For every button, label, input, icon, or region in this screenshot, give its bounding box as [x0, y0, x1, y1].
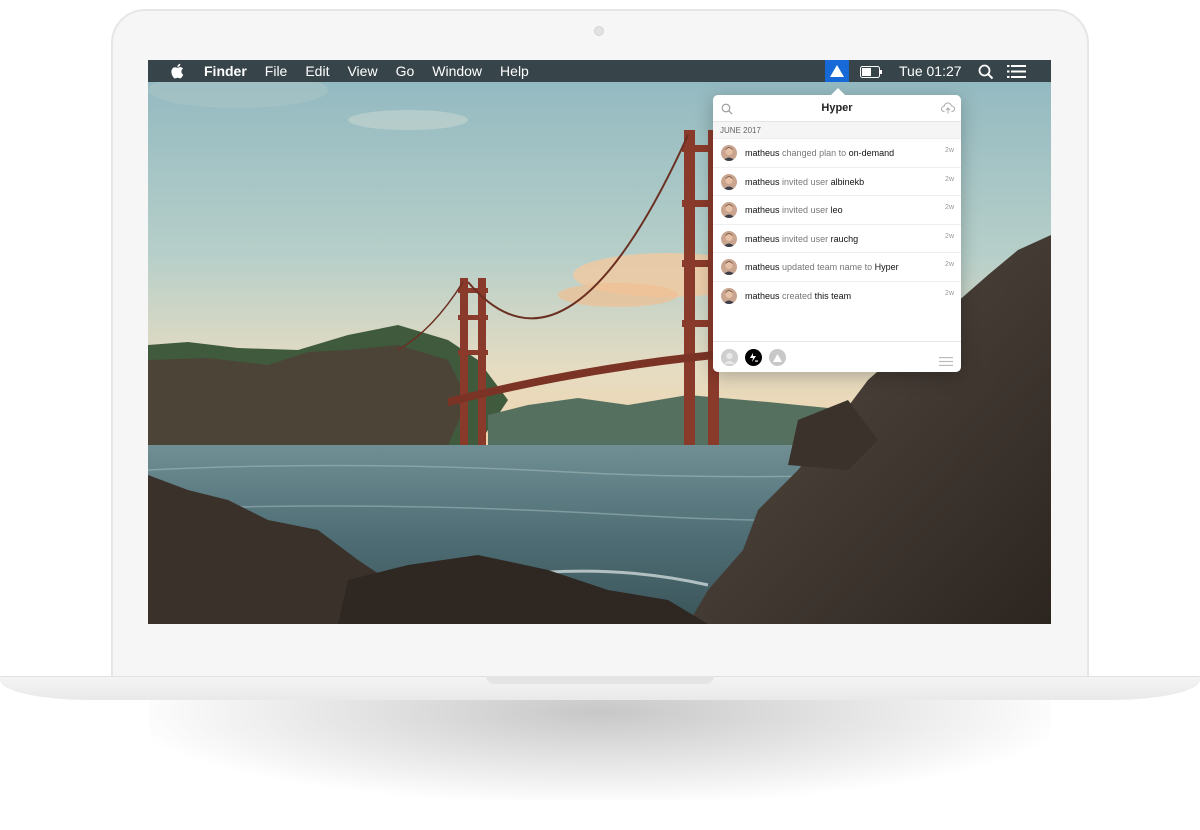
event-item[interactable]: matheus created this team 2w: [713, 282, 961, 311]
event-action: invited user: [782, 233, 829, 244]
event-text: matheus created this team: [745, 282, 851, 310]
triangle-account-icon[interactable]: [769, 349, 786, 366]
menu-view[interactable]: View: [347, 60, 377, 82]
event-age: 2w: [945, 232, 954, 240]
event-target: albinekb: [830, 176, 865, 187]
event-user: matheus: [745, 148, 780, 158]
event-list: matheus changed plan to on-demand 2w mat…: [713, 139, 961, 311]
event-item[interactable]: matheus invited user rauchg 2w: [713, 225, 961, 254]
battery-icon[interactable]: [860, 65, 882, 78]
event-item[interactable]: matheus invited user leo 2w: [713, 196, 961, 225]
event-action: invited user: [782, 176, 829, 187]
event-action: invited user: [782, 205, 829, 216]
menu-go[interactable]: Go: [396, 60, 415, 82]
event-item[interactable]: matheus invited user albinekb 2w: [713, 168, 961, 197]
event-text: matheus changed plan to on-demand: [745, 139, 894, 167]
desktop-screen: Finder File Edit View Go Window Help Tue…: [148, 60, 1051, 624]
event-user: matheus: [745, 262, 780, 273]
event-user: matheus: [745, 233, 780, 244]
menubar-clock[interactable]: Tue 01:27: [899, 60, 962, 82]
avatar: [721, 145, 737, 161]
menu-file[interactable]: File: [265, 60, 288, 82]
menu-help[interactable]: Help: [500, 60, 529, 82]
event-user: matheus: [745, 205, 780, 216]
event-target: leo: [830, 205, 843, 216]
popover-title: Hyper: [821, 102, 853, 114]
user-avatar-icon[interactable]: [721, 349, 738, 366]
hyper-triangle-icon[interactable]: [825, 60, 849, 82]
avatar: [721, 287, 737, 304]
event-age: 2w: [945, 175, 954, 183]
event-text: matheus invited user rauchg: [745, 225, 858, 253]
avatar: [721, 230, 737, 247]
event-user: matheus: [745, 176, 780, 187]
event-action: changed plan to: [782, 148, 847, 158]
menu-bar: Finder File Edit View Go Window Help Tue…: [148, 60, 1051, 82]
event-text: matheus invited user albinekb: [745, 168, 864, 196]
event-item[interactable]: matheus changed plan to on-demand 2w: [713, 139, 961, 168]
event-user: matheus: [745, 290, 780, 301]
event-age: 2w: [945, 204, 954, 212]
event-action: created: [782, 290, 813, 301]
popover-footer: [713, 341, 961, 372]
event-text: matheus updated team name to Hyper: [745, 253, 899, 281]
event-age: 2w: [945, 261, 954, 269]
menu-window[interactable]: Window: [432, 60, 482, 82]
event-target: on-demand: [848, 148, 895, 158]
avatar: [721, 202, 737, 219]
popover-header: Hyper: [713, 95, 961, 122]
event-target: Hyper: [874, 262, 899, 273]
cloud-upload-icon[interactable]: [941, 101, 955, 115]
event-age: 2w: [945, 147, 954, 154]
apple-logo-icon[interactable]: [166, 60, 188, 82]
hyper-team-icon[interactable]: [745, 349, 762, 366]
section-header: JUNE 2017: [713, 122, 961, 139]
event-item[interactable]: matheus updated team name to Hyper 2w: [713, 253, 961, 282]
notification-list-icon[interactable]: [1007, 65, 1027, 78]
event-age: 2w: [945, 289, 954, 297]
event-target: this team: [814, 290, 852, 301]
avatar: [721, 259, 737, 276]
laptop-shadow: [150, 690, 1050, 800]
avatar: [721, 173, 737, 190]
hamburger-menu-icon[interactable]: [939, 353, 953, 366]
event-target: rauchg: [830, 233, 859, 244]
menu-edit[interactable]: Edit: [305, 60, 329, 82]
camera-icon: [594, 26, 604, 36]
event-text: matheus invited user leo: [745, 196, 843, 224]
spotlight-search-icon[interactable]: [978, 64, 994, 80]
laptop-hinge-notch: [486, 676, 714, 684]
hyper-popover: Hyper JUNE 2017 matheus changed plan to …: [713, 88, 961, 372]
event-action: updated team name to: [782, 262, 873, 273]
menu-app-finder[interactable]: Finder: [204, 60, 247, 82]
